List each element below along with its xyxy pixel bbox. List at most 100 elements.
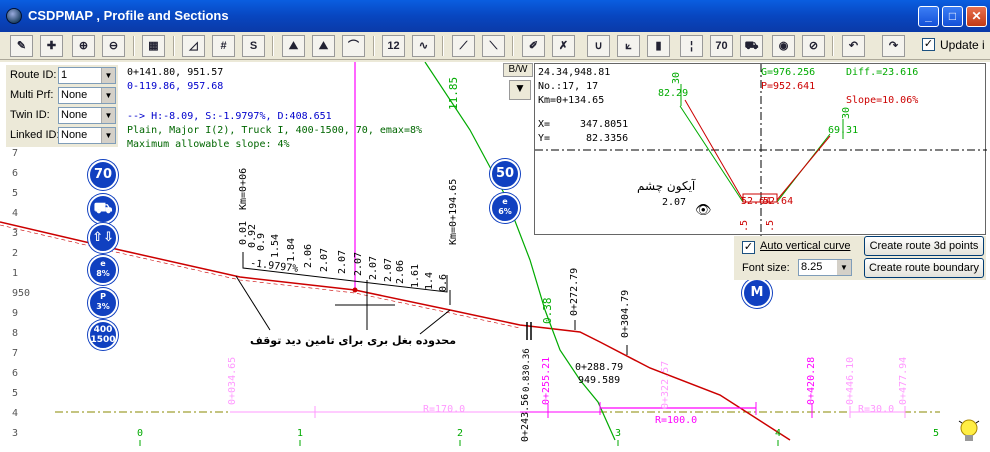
truck-sign[interactable]: ⛟	[88, 194, 118, 224]
linked-id-combo[interactable]: None ▼	[58, 127, 116, 144]
emax-left-sign[interactable]: e 8%	[88, 255, 118, 285]
chevron-down-icon[interactable]: ▼	[101, 108, 115, 123]
chevron-down-icon[interactable]: ▼	[101, 88, 115, 103]
linked-id-value: None	[61, 129, 88, 141]
sta-288-label: 0+288.79	[575, 362, 624, 373]
profile-icon[interactable]: ▦	[142, 35, 165, 57]
lightbulb-icon[interactable]	[958, 418, 980, 444]
redo-icon[interactable]: ↷	[882, 35, 905, 57]
edit-icon[interactable]: ✎	[10, 35, 33, 57]
x-label-2: 2	[457, 428, 464, 439]
valley-icon[interactable]: ∪	[587, 35, 610, 57]
sight-distance-value: 2.07	[368, 255, 379, 280]
ruler-icon[interactable]: ¦	[680, 35, 703, 57]
chevron-down-icon[interactable]: ▼	[837, 260, 851, 275]
info-y-label: Y=	[538, 133, 551, 144]
sta-034-label: 0+034.65	[227, 356, 238, 405]
x-label-4: 4	[775, 428, 782, 439]
create-3d-points-button[interactable]: Create route 3d points	[864, 236, 984, 256]
undo-icon[interactable]: ↶	[842, 35, 865, 57]
bw-toggle-button[interactable]: B/W	[503, 63, 533, 77]
sta-322-label: 0+322.57	[660, 360, 671, 409]
bw-arrow-button[interactable]: ▼	[509, 80, 531, 100]
create-boundary-button[interactable]: Create route boundary	[864, 258, 984, 278]
radius-sign[interactable]: 400 1500	[88, 320, 118, 350]
slope-icon[interactable]: ⟀	[617, 35, 640, 57]
speed-limit-70-sign[interactable]: 70	[88, 160, 118, 190]
zoom-out-icon[interactable]: ⊖	[102, 35, 125, 57]
close-button[interactable]: ✕	[966, 6, 987, 27]
app-globe-icon[interactable]	[6, 8, 22, 24]
window-title: CSDPMAP , Profile and Sections	[28, 8, 229, 23]
info-5-left: .5	[739, 219, 750, 232]
toolbar-separator	[373, 36, 375, 56]
info-val-right: 69.31	[828, 125, 859, 136]
y-axis-label: 7	[12, 148, 19, 159]
y-axis-label: 8	[12, 328, 19, 339]
y-axis-label: 3	[12, 428, 19, 439]
sight-distance-value: 0.6	[438, 273, 449, 292]
emax-right-sign[interactable]: e 6%	[490, 193, 520, 223]
truck-icon[interactable]: ⛟	[740, 35, 763, 57]
speed-limit-50-sign[interactable]: 50	[490, 159, 520, 189]
label-0-83: 0.83	[522, 370, 532, 392]
grade-sign[interactable]: P 3%	[88, 288, 118, 318]
grid-icon[interactable]: #	[212, 35, 235, 57]
sta-420-label: 0+420.28	[806, 356, 817, 405]
annotation-text: محدوده بغل بری برای تامین دید توقف	[250, 334, 457, 347]
lanes-2-sign[interactable]: ⇧⇩	[88, 223, 118, 253]
hill-icon[interactable]: ⛰	[282, 35, 305, 57]
y-axis-label: 2	[12, 248, 19, 259]
x-mark-icon[interactable]: ✗	[552, 35, 575, 57]
hill2-icon[interactable]: ⛰	[312, 35, 335, 57]
route-id-label: Route ID:	[10, 69, 57, 81]
info-slope: Slope=10.06%	[846, 95, 919, 106]
auto-vc-checkbox[interactable]: ✓	[742, 241, 755, 254]
twin-id-combo[interactable]: None ▼	[58, 107, 116, 124]
route-properties-panel: Route ID: 1 ▼ Multi Prf: None ▼ Twin ID: N…	[6, 65, 118, 147]
ramp-up-icon[interactable]: ⟋	[452, 35, 475, 57]
update-checkbox[interactable]: ✓	[922, 38, 935, 51]
add-icon[interactable]: ✚	[40, 35, 63, 57]
readout-line-5: Maximum allowable slope: 4%	[127, 139, 290, 150]
title-bar: CSDPMAP , Profile and Sections _ □ ✕	[0, 0, 990, 32]
eye-icon[interactable]: ◉	[772, 35, 795, 57]
multi-prf-combo[interactable]: None ▼	[58, 87, 116, 104]
signal-icon[interactable]: ▮	[647, 35, 670, 57]
chevron-down-icon[interactable]: ▼	[101, 68, 115, 83]
y-axis-label: 5	[12, 388, 19, 399]
maximize-button[interactable]: □	[942, 6, 963, 27]
no-entry-icon[interactable]: ⊘	[802, 35, 825, 57]
font-size-combo[interactable]: 8.25 ▼	[798, 259, 852, 276]
y-axis-label: 1	[12, 268, 19, 279]
speed-70-icon[interactable]: 70	[710, 35, 733, 57]
ramp-down-icon[interactable]: ⟍	[482, 35, 505, 57]
cursor-dot	[352, 287, 358, 293]
number-icon[interactable]: 12	[382, 35, 405, 57]
minimize-button[interactable]: _	[918, 6, 939, 27]
readout-line-3: --> H:-8.09, S:-1.9797%, D:408.651	[127, 111, 332, 122]
y-axis-label: 7	[12, 348, 19, 359]
sight-distance-value: 2.07	[319, 247, 330, 272]
bridge-icon[interactable]: ⌒	[342, 35, 365, 57]
info-5-right: .5	[765, 219, 776, 232]
sight-distance-value: 2.07	[383, 257, 394, 282]
font-size-value: 8.25	[801, 261, 823, 273]
sta-446-label: 0+446.10	[845, 356, 856, 405]
zoom-in-icon[interactable]: ⊕	[72, 35, 95, 57]
pencil-grade-icon[interactable]: ✐	[522, 35, 545, 57]
annotation-arrow-right	[419, 309, 451, 335]
info-g: G=976.256	[761, 67, 816, 78]
auto-vc-label: Auto vertical curve	[760, 240, 851, 252]
info-diff: Diff.=23.616	[846, 67, 919, 78]
eye-icon[interactable]: 👁	[695, 202, 712, 218]
sta-272-label: 0+272.79	[569, 267, 580, 316]
chevron-down-icon[interactable]: ▼	[101, 128, 115, 143]
curve-icon[interactable]: ∿	[412, 35, 435, 57]
s-button[interactable]: S	[242, 35, 265, 57]
grade-icon[interactable]: ◿	[182, 35, 205, 57]
readout-line-2: 0-119.86, 957.68	[127, 81, 224, 92]
mountain-sign[interactable]: M	[742, 278, 772, 308]
info-y-value: 82.3356	[586, 133, 629, 144]
route-id-combo[interactable]: 1 ▼	[58, 67, 116, 84]
